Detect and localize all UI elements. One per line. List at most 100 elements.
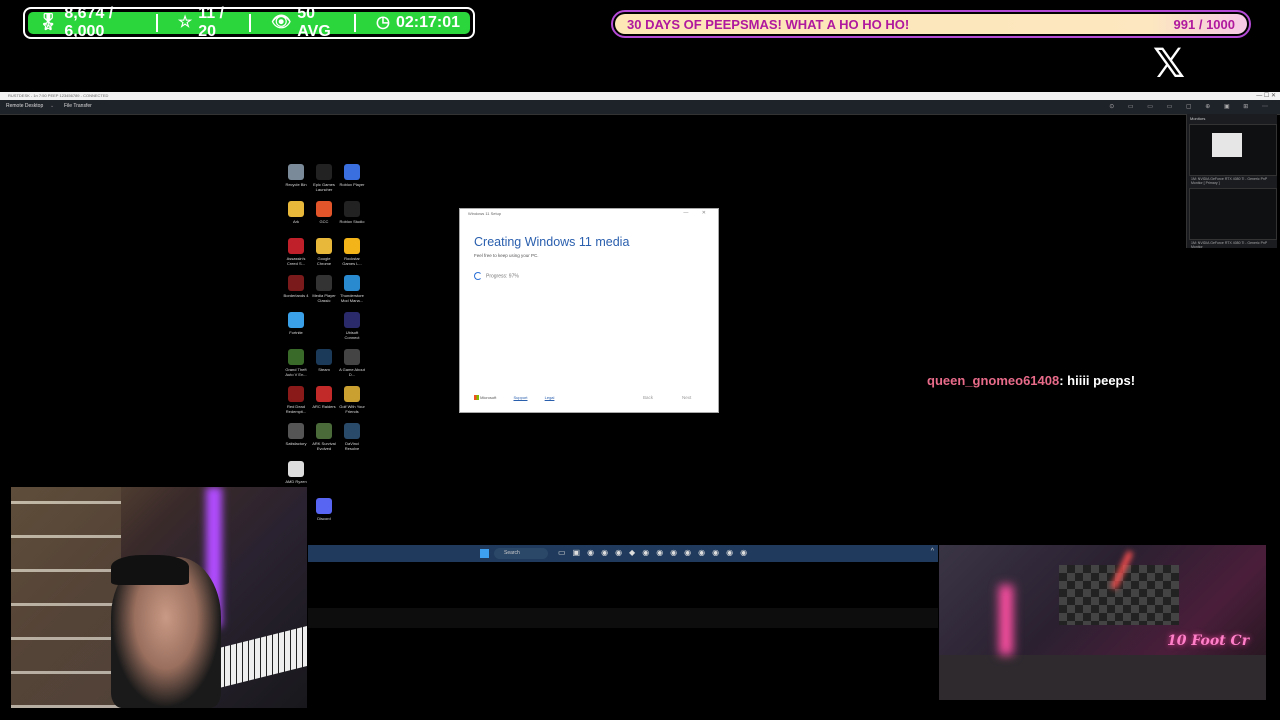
goal-bar: 30 DAYS OF PEEPSMAS! WHAT A HO HO HO! 99… [611, 10, 1251, 38]
microsoft-logo-icon [474, 395, 479, 401]
desktop-shortcut[interactable]: Google Chrome [311, 238, 337, 266]
media-player-icon [316, 275, 332, 291]
desktop-shortcut[interactable]: Golf With Your Friends [339, 386, 365, 414]
toolbar-icons[interactable]: ⊙ ▭ ▭ ▭ ▢ ⊕ ▣ ⊞ ⋯ [1109, 103, 1274, 110]
desktop-shortcut[interactable]: ARC Raiders [311, 386, 337, 409]
desktop-shortcut[interactable]: Roblox Player [339, 164, 365, 187]
desktop-shortcut-label: A Game About D... [339, 367, 365, 377]
desktop-shortcut-label: Satisfactory [285, 441, 307, 446]
desktop-shortcut[interactable]: A Game About D... [339, 349, 365, 377]
desktop-shortcut[interactable]: Recycle Bin [283, 164, 309, 187]
desktop-shortcut[interactable]: Ubisoft Connect [339, 312, 365, 340]
desktop-shortcut[interactable]: Satisfactory [283, 423, 309, 446]
desktop-shortcut[interactable]: ARK Survival Evolved [311, 423, 337, 451]
chrome-icon [316, 238, 332, 254]
tab-file-transfer[interactable]: File Transfer [64, 103, 92, 109]
desktop-shortcut[interactable]: Fortnite [283, 312, 309, 335]
desktop-shortcut[interactable]: Thunderstore Mod Mana... [339, 275, 365, 303]
desktop-shortcut[interactable]: Steam [311, 349, 337, 372]
desktop-shortcut-label: Grand Theft Auto V En... [285, 367, 307, 377]
discord-icon [316, 498, 332, 514]
game-about-icon [344, 349, 360, 365]
desktop-shortcut-label: Assassin's Creed S... [286, 256, 306, 266]
dialog-subtext: Feel free to keep using your PC. [474, 253, 539, 258]
desktop-shortcut[interactable]: Ark [283, 201, 309, 224]
desktop-shortcut-label: Red Dead Redempti... [285, 404, 307, 414]
arc-raiders-icon [316, 386, 332, 402]
gta-icon [288, 349, 304, 365]
desktop-shortcut-label: Ark [293, 219, 299, 224]
dialog-heading: Creating Windows 11 media [474, 235, 630, 249]
ark-survival-icon [316, 423, 332, 439]
remote-scroll-strip [308, 608, 938, 628]
window-controls[interactable]: — ☐ ✕ [1256, 92, 1276, 99]
desktop-shortcut-label: GCC [319, 219, 329, 224]
desktop-shortcut[interactable]: AMD Ryzen [283, 461, 309, 484]
monitor-thumbnail [1212, 133, 1242, 157]
window-title: RUSTDESK - 1n 7:50 PEEP 123456789 - CONN… [8, 93, 109, 98]
progress-row: Progress: 97% [474, 272, 519, 280]
borderlands-icon [288, 275, 304, 291]
points-value: 8,674 / 6,000 [64, 5, 114, 40]
desktop-shortcut-label: Google Chrome [316, 256, 332, 266]
neon-sign: 10 Foot Cr [1167, 633, 1250, 649]
tab-remote-desktop[interactable]: Remote Desktop [6, 103, 43, 109]
desktop-shortcut[interactable]: Red Dead Redempti... [283, 386, 309, 414]
desktop-shortcut-label: Steam [318, 367, 330, 372]
satisfactory-icon [288, 423, 304, 439]
red-dead-icon [288, 386, 304, 402]
legal-link[interactable]: Legal [545, 395, 555, 400]
desktop-shortcut[interactable]: DaVinci Resolve [339, 423, 365, 451]
fortnite-icon [288, 312, 304, 328]
monitor-2[interactable]: 1M: NVIDIA GeForce RTX 4080 Ti - Generic… [1189, 188, 1277, 249]
taskbar-search[interactable]: Search [494, 548, 548, 559]
desktop-shortcut[interactable]: Roblox Studio [339, 201, 365, 224]
tray-caret-icon[interactable]: ^ [931, 548, 934, 555]
assassins-creed-icon [288, 238, 304, 254]
desktop-shortcut-label: Media Player Classic [312, 293, 336, 303]
support-link[interactable]: Support [513, 395, 527, 400]
dialog-window-controls[interactable]: — ✕ [683, 210, 712, 216]
desktop-shortcut[interactable]: Grand Theft Auto V En... [283, 349, 309, 377]
dialog-titlebar[interactable]: Windows 11 Setup — ✕ [460, 209, 718, 218]
webcam-room: 10 Foot Cr [939, 545, 1266, 700]
desktop-shortcut-label: DaVinci Resolve [344, 441, 360, 451]
next-button[interactable]: Next [682, 395, 691, 400]
desktop-shortcut[interactable]: GCC [311, 201, 337, 224]
gcc-icon [316, 201, 332, 217]
folder-icon [288, 201, 304, 217]
desktop-shortcut[interactable]: Assassin's Creed S... [283, 238, 309, 266]
desktop-shortcut-label: Epic Games Launcher [313, 182, 335, 192]
remote-desktop-titlebar[interactable]: RUSTDESK - 1n 7:50 PEEP 123456789 - CONN… [0, 92, 1280, 100]
goal-title: 30 DAYS OF PEEPSMAS! WHAT A HO HO HO! [627, 16, 910, 32]
monitor-2-caption: 1M: NVIDIA GeForce RTX 4080 Ti - Generic… [1191, 241, 1268, 249]
chevron-down-icon[interactable]: ⌄ [50, 103, 54, 109]
desktop-shortcut[interactable]: Borderlands 4 [283, 275, 309, 298]
monitor-1[interactable]: 1M: NVIDIA GeForce RTX 4080 Ti - Generic… [1189, 124, 1277, 185]
windows-setup-dialog: Windows 11 Setup — ✕ Creating Windows 11… [459, 208, 719, 413]
remote-desktop-toolbar: Remote Desktop ⌄ File Transfer ⊙ ▭ ▭ ▭ ▢… [0, 100, 1280, 115]
back-button[interactable]: Back [643, 395, 653, 400]
desktop-shortcut-label: ARC Raiders [312, 404, 336, 409]
desktop-shortcut[interactable]: Epic Games Launcher [311, 164, 337, 192]
desktop-shortcut[interactable]: Rockstar Games L... [339, 238, 365, 266]
desktop-shortcut-label: ARK Survival Evolved [312, 441, 336, 451]
davinci-icon [344, 423, 360, 439]
steam-icon [316, 349, 332, 365]
stars-stat: ☆ 11 / 20 [168, 5, 261, 40]
desktop-shortcut-label: Roblox Player [339, 182, 365, 187]
amd-ryzen-icon [288, 461, 304, 477]
search-label: Search [504, 550, 520, 556]
windows-taskbar: Search ▭▣◉◉◉◆◉◉◉◉◉◉◉◉ ^ [308, 545, 938, 562]
dialog-title: Windows 11 Setup [468, 211, 502, 216]
windows-start-icon[interactable] [480, 549, 489, 558]
desktop-shortcut[interactable]: Discord [311, 498, 337, 521]
star-icon: ☆ [177, 14, 193, 31]
progress-text: Progress: 97% [486, 273, 519, 280]
desktop-shortcut[interactable]: Media Player Classic [311, 275, 337, 303]
taskbar-apps[interactable]: ▭▣◉◉◉◆◉◉◉◉◉◉◉◉ [558, 548, 754, 557]
chat-text: : hiiii peeps! [1059, 373, 1136, 388]
desktop-shortcut-label: Roblox Studio [339, 219, 365, 224]
desktop-shortcut-label: Rockstar Games L... [342, 256, 362, 266]
desktop-shortcut-label: Recycle Bin [285, 182, 307, 187]
